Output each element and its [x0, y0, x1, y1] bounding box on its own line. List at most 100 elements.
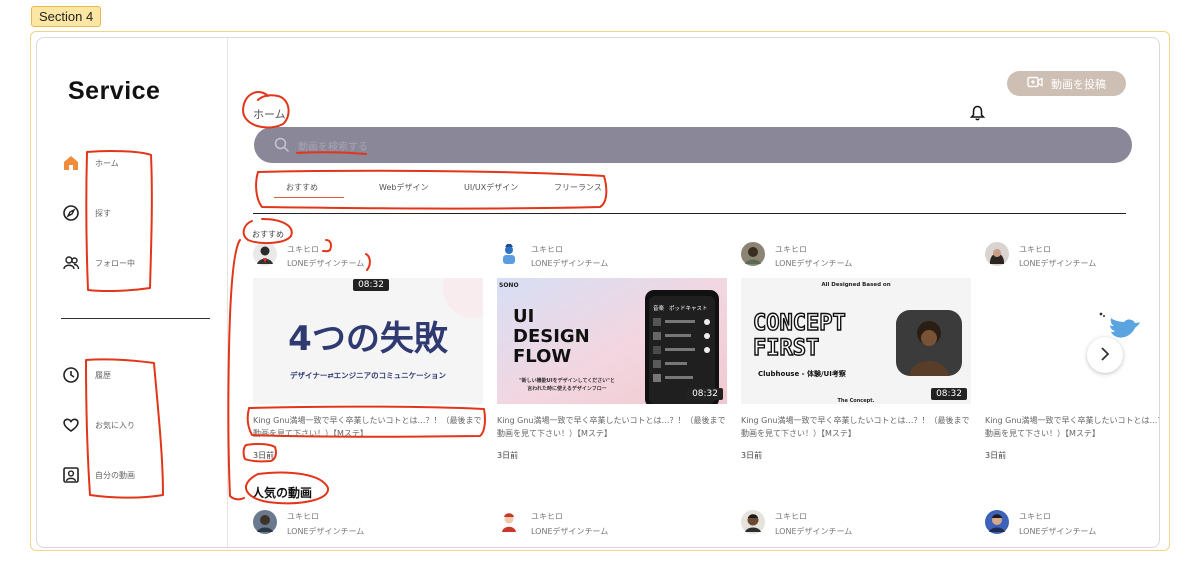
category-tabs: おすすめ Webデザイン UI/UXデザイン フリーランス [259, 178, 1119, 198]
heart-icon [62, 416, 80, 434]
avatar [985, 510, 1009, 534]
section-label-recommended: おすすめ [252, 230, 284, 239]
channel-user-name[interactable]: ユキヒロ [531, 511, 563, 522]
thumbnail-headline: FLOW [513, 346, 571, 367]
video-upload-time: 3日前 [253, 451, 275, 460]
avatar [253, 510, 277, 534]
thumbnail-bottom-caption: The Concept. [838, 398, 875, 404]
video-duration: 08:32 [931, 388, 967, 400]
video-thumbnail[interactable] [985, 278, 1159, 404]
channel-user-name[interactable]: ユキヒロ [1019, 244, 1051, 255]
search-input[interactable]: 動画を検索する [254, 127, 1132, 163]
sidebar-item-favorites[interactable]: お気に入り [62, 416, 135, 434]
bell-icon[interactable] [969, 105, 986, 121]
channel-team-name[interactable]: LONEデザインチーム [287, 258, 364, 269]
search-icon [274, 137, 290, 153]
channel-team-name[interactable]: LONEデザインチーム [775, 258, 852, 269]
channel-team-name[interactable]: LONEデザインチーム [531, 258, 608, 269]
avatar [253, 242, 277, 266]
avatar [741, 510, 765, 534]
tab-recommended[interactable]: おすすめ [286, 182, 318, 193]
avatar [497, 510, 521, 534]
thumbnail-caption: Clubhouse - 体験/UI考察 [758, 369, 847, 378]
page-title: ホーム [253, 108, 286, 121]
sidebar-item-label: 自分の動画 [95, 470, 135, 480]
video-title[interactable]: King Gnu満場一致で早く卒業したいコトとは…？！（最後まで動画を見て下さい… [497, 414, 729, 440]
video-upload-time: 3日前 [985, 451, 1007, 460]
tab-ui-ux-design[interactable]: UI/UXデザイン [464, 182, 518, 193]
thumbnail-headline: 4つの失敗 [288, 319, 449, 359]
video-title[interactable]: King Gnu満場一致で早く卒業したいコトとは…？！（最後まで動画を見て下さい… [985, 414, 1159, 440]
thumbnail-caption: デザイナー⇄エンジニアのコミュニケーション [290, 370, 446, 380]
popular-video-card[interactable]: ユキヒロ LONEデザインチーム [741, 510, 973, 540]
section-title-popular: 人気の動画 [252, 486, 313, 500]
search-placeholder: 動画を検索する [298, 142, 368, 153]
sidebar-divider [61, 318, 210, 319]
channel-team-name[interactable]: LONEデザインチーム [1019, 526, 1096, 537]
video-duration: 08:32 [687, 388, 723, 400]
video-title[interactable]: King Gnu満場一致で早く卒業したいコトとは…？！（最後まで動画を見て下さい… [253, 414, 485, 440]
video-thumbnail[interactable]: 4つの失敗 デザイナー⇄エンジニアのコミュニケーション 08:32 [253, 278, 483, 404]
thumbnail-headline: CONCEPT [753, 311, 846, 336]
avatar [497, 242, 521, 266]
thumbnail-headline: DESIGN [513, 326, 590, 347]
popular-video-card[interactable]: ユキヒロ LONEデザインチーム [497, 510, 729, 540]
sidebar-item-label: 探す [95, 208, 111, 218]
thumbnail-caption: 言われた時に使えるデザインフロー [527, 385, 606, 392]
sidebar-item-explore[interactable]: 探す [62, 204, 111, 222]
channel-user-name[interactable]: ユキヒロ [775, 244, 807, 255]
channel-team-name[interactable]: LONEデザインチーム [531, 526, 608, 537]
tab-freelance[interactable]: フリーランス [554, 182, 602, 193]
popular-video-card[interactable]: ユキヒロ LONEデザインチーム [253, 510, 485, 540]
video-thumbnail[interactable]: All Designed Based on CONCEPT FIRST Club… [741, 278, 971, 404]
sidebar-item-following[interactable]: フォロー中 [62, 254, 135, 272]
channel-user-name[interactable]: ユキヒロ [1019, 511, 1051, 522]
sidebar: Service ホーム 探す フォロー中 履歴 お気に入り 自分の動画 [37, 38, 228, 547]
chevron-right-icon [1099, 346, 1111, 365]
video-title[interactable]: King Gnu満場一致で早く卒業したいコトとは…？！（最後まで動画を見て下さい… [741, 414, 973, 440]
post-video-label: 動画を投稿 [1051, 77, 1106, 91]
post-video-button[interactable]: 動画を投稿 [1007, 71, 1126, 96]
video-duration: 08:32 [353, 279, 389, 291]
compass-icon [62, 204, 80, 222]
home-icon [62, 154, 80, 172]
video-upload-time: 3日前 [497, 451, 519, 460]
people-icon [62, 254, 80, 272]
clock-icon [62, 366, 80, 384]
sidebar-item-label: フォロー中 [95, 258, 135, 268]
app-window: Service ホーム 探す フォロー中 履歴 お気に入り 自分の動画 動画を投… [36, 37, 1160, 548]
thumbnail-headline: FIRST [753, 336, 819, 361]
active-tab-indicator [274, 197, 344, 198]
channel-team-name[interactable]: LONEデザインチーム [287, 526, 364, 537]
main-content: 動画を投稿 ホーム 動画を検索する おすすめ Webデザイン UI/UXデザイン… [229, 38, 1159, 547]
avatar [985, 242, 1009, 266]
logo: Service [68, 77, 161, 105]
channel-team-name[interactable]: LONEデザインチーム [775, 526, 852, 537]
channel-user-name[interactable]: ユキヒロ [287, 511, 319, 522]
sidebar-item-history[interactable]: 履歴 [62, 366, 111, 384]
popular-video-card[interactable]: ユキヒロ LONEデザインチーム [985, 510, 1159, 540]
phone-tab: ポッドキャスト [669, 305, 708, 312]
sidebar-item-home[interactable]: ホーム [62, 154, 119, 172]
channel-team-name[interactable]: LONEデザインチーム [1019, 258, 1096, 269]
tab-web-design[interactable]: Webデザイン [379, 182, 428, 193]
thumbnail-caption: "新しい機能UIをデザインしてください"と [519, 377, 615, 384]
sidebar-item-label: お気に入り [95, 420, 135, 430]
sidebar-item-my-videos[interactable]: 自分の動画 [62, 466, 135, 484]
phone-tab: 音楽 [653, 304, 665, 312]
carousel-next-button[interactable] [1087, 337, 1123, 373]
section-tag: Section 4 [31, 6, 102, 27]
thumbnail-headline: UI [513, 306, 534, 327]
thumbnail-brand: SONO [499, 282, 519, 289]
channel-user-name[interactable]: ユキヒロ [287, 244, 319, 255]
video-camera-icon [1027, 76, 1043, 91]
user-square-icon [62, 466, 80, 484]
video-upload-time: 3日前 [741, 451, 763, 460]
video-thumbnail[interactable]: SONO UI DESIGN FLOW "新しい機能UIをデザインしてください"… [497, 278, 727, 404]
avatar [741, 242, 765, 266]
channel-user-name[interactable]: ユキヒロ [531, 244, 563, 255]
sidebar-item-label: 履歴 [95, 370, 111, 380]
thumbnail-top-caption: All Designed Based on [821, 282, 890, 288]
channel-user-name[interactable]: ユキヒロ [775, 511, 807, 522]
sidebar-item-label: ホーム [95, 158, 119, 168]
